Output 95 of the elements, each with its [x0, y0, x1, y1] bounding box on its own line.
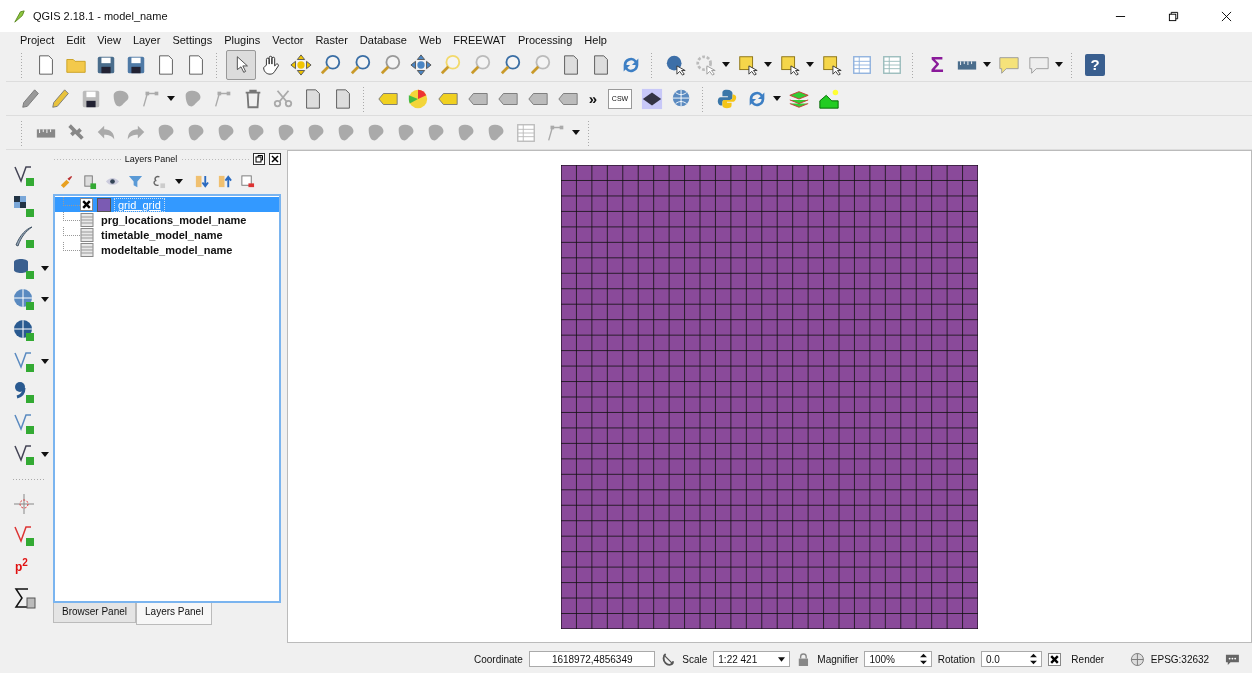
python-icon[interactable] [716, 87, 738, 110]
magnifier-icon[interactable] [470, 53, 492, 76]
layer-name[interactable]: prg_locations_model_name [98, 213, 250, 226]
pencil-icon[interactable] [50, 87, 72, 110]
polygon-symbol-icon [97, 197, 111, 212]
caret-icon[interactable] [167, 96, 175, 101]
panel-tab[interactable]: Layers Panel [136, 603, 213, 625]
panel-title: Layers Panel [124, 154, 178, 164]
magnifier-label: Magnifier [817, 653, 859, 665]
help-button[interactable]: ? [1085, 53, 1105, 76]
close-icon[interactable] [1221, 10, 1232, 22]
globe-icon[interactable] [1130, 651, 1145, 667]
globe-icon[interactable] [12, 318, 36, 342]
magnifier-spinbox[interactable]: 100% [864, 651, 932, 667]
magnifier-icon[interactable] [530, 53, 552, 76]
caret-icon[interactable] [722, 62, 730, 67]
magnifier-icon[interactable] [500, 53, 522, 76]
pencil-icon[interactable] [20, 87, 42, 110]
panel-tab[interactable]: Browser Panel [53, 603, 137, 623]
filter-icon[interactable] [128, 173, 143, 189]
caret-icon[interactable] [175, 178, 183, 184]
menu-item[interactable]: Plugins [218, 34, 267, 46]
scale-label: Scale [682, 653, 708, 665]
menu-item[interactable]: Layer [126, 34, 167, 46]
comma-icon[interactable] [12, 380, 36, 404]
caret-icon[interactable] [778, 656, 786, 662]
rotation-spinbox[interactable]: 0.0 [981, 651, 1043, 667]
add-group-icon[interactable] [82, 173, 97, 189]
layer-name[interactable]: timetable_model_name [98, 228, 226, 241]
menu-item[interactable]: View [91, 34, 127, 46]
expression-icon[interactable] [151, 173, 166, 189]
square-icon[interactable] [821, 53, 843, 76]
square-icon[interactable] [737, 53, 759, 76]
menu-item[interactable]: Processing [511, 34, 579, 46]
add-vector-icon[interactable] [12, 163, 36, 187]
coordinate-field[interactable]: 1618972,4856349 [528, 651, 656, 667]
visibility-checkbox[interactable] [80, 198, 93, 211]
caret-icon[interactable] [773, 96, 781, 101]
menu-item[interactable]: FREEWAT [447, 34, 512, 46]
globe-icon[interactable] [12, 287, 36, 311]
map-canvas[interactable] [287, 150, 1252, 643]
caret-icon[interactable] [41, 359, 49, 364]
caret-icon[interactable] [572, 130, 580, 135]
expand-icon[interactable] [194, 173, 209, 189]
caret-icon[interactable] [764, 62, 772, 67]
collapse-icon[interactable] [217, 173, 232, 189]
render-label: Render [1071, 653, 1105, 665]
menu-item[interactable]: Raster [309, 34, 354, 46]
menu-item[interactable]: Vector [266, 34, 310, 46]
square-icon[interactable] [779, 53, 801, 76]
close-icon[interactable] [269, 153, 281, 165]
remove-layer-icon[interactable] [240, 173, 255, 189]
hand-icon[interactable] [260, 53, 282, 76]
info-icon[interactable] [665, 53, 687, 76]
pie-icon[interactable] [407, 87, 429, 110]
database-icon[interactable] [12, 256, 36, 280]
layer-name[interactable]: modeltable_model_name [98, 243, 236, 256]
menu-item[interactable]: Web [412, 34, 448, 46]
caret-icon[interactable] [41, 452, 49, 457]
add-vector-icon[interactable] [12, 442, 36, 466]
caret-icon[interactable] [806, 62, 814, 67]
magnifier-icon[interactable] [380, 53, 402, 76]
menu-item[interactable]: Project [14, 34, 61, 46]
calculator-icon[interactable] [12, 586, 36, 610]
magnifier-icon[interactable] [350, 53, 372, 76]
sigma-button[interactable]: Σ [922, 51, 952, 78]
add-vector-icon[interactable] [12, 523, 36, 547]
brush-icon[interactable] [59, 173, 74, 189]
restore-icon[interactable] [1168, 10, 1179, 22]
arrows-icon[interactable] [290, 53, 312, 76]
scale-dropdown[interactable]: 1:22 421 [713, 651, 791, 667]
window-title: QGIS 2.18.1 - model_name [33, 10, 168, 22]
spin-arrows-icon[interactable] [1030, 653, 1038, 665]
caret-icon[interactable] [983, 62, 991, 67]
checker-icon[interactable] [12, 194, 36, 218]
crs-button[interactable]: EPSG:32632 [1150, 653, 1210, 665]
magnifier-icon[interactable] [440, 53, 462, 76]
coordinate-label: Coordinate [474, 653, 523, 665]
caret-icon[interactable] [1055, 62, 1063, 67]
more-button[interactable]: » [583, 90, 603, 107]
arrows-icon[interactable] [410, 53, 432, 76]
menu-item[interactable]: Database [353, 34, 413, 46]
menu-item[interactable]: Settings [166, 34, 219, 46]
hill-icon[interactable] [818, 87, 840, 110]
menu-item[interactable]: Edit [60, 34, 92, 46]
caret-icon[interactable] [41, 297, 49, 302]
app-logo-icon [12, 8, 27, 24]
measure-button[interactable]: p$^{2}$ [15, 557, 28, 574]
magnifier-icon[interactable] [320, 53, 342, 76]
spin-arrows-icon[interactable] [919, 653, 927, 665]
caret-icon[interactable] [41, 266, 49, 271]
rotation-label: Rotation [937, 653, 975, 665]
menu-item[interactable]: Help [578, 34, 613, 46]
float-icon[interactable] [253, 153, 265, 165]
render-checkbox[interactable] [1048, 652, 1062, 666]
